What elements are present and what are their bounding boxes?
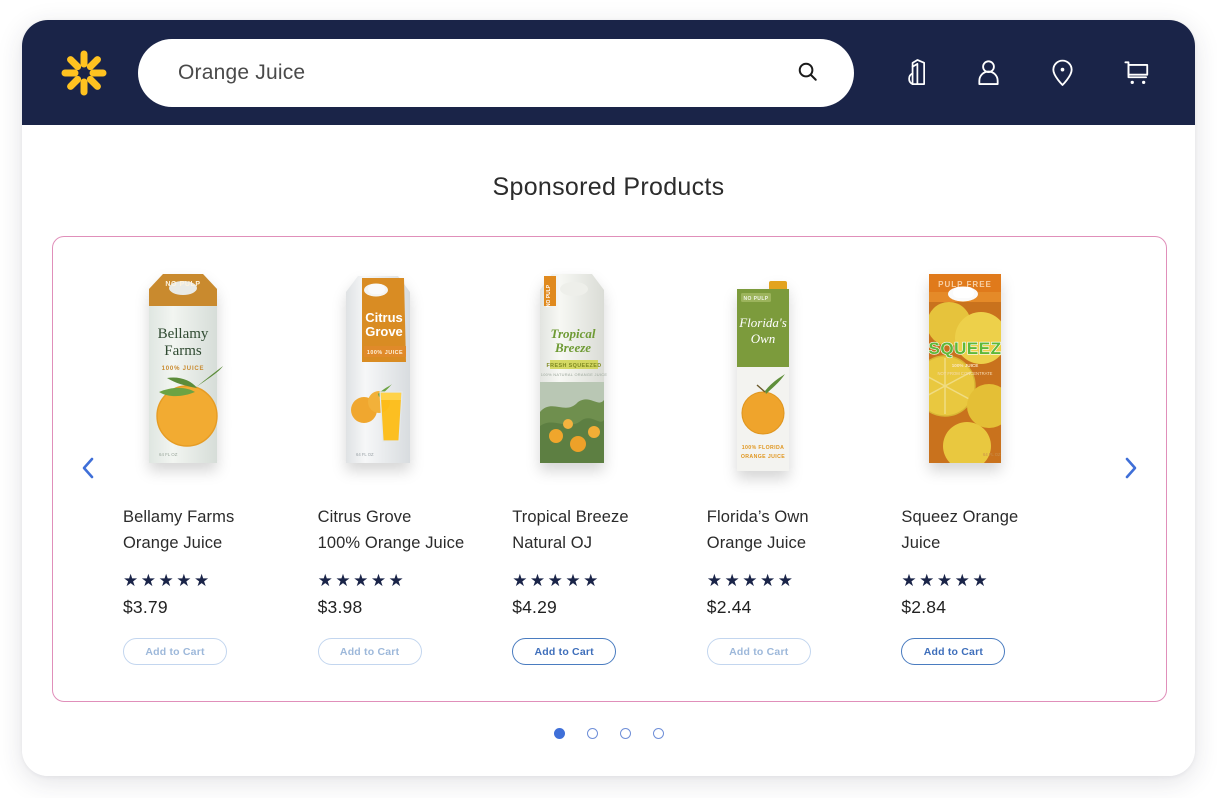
product-price: $4.29 (512, 597, 557, 617)
svg-text:100% JUICE: 100% JUICE (952, 363, 979, 368)
carousel-dot-3[interactable] (619, 728, 631, 739)
location-pin-icon[interactable] (1045, 56, 1079, 90)
svg-text:100% JUICE: 100% JUICE (162, 366, 205, 372)
juice-carton-squeez: PULP FREE SQUEEZ 100% JUICE NOT FROM CON… (915, 266, 1015, 478)
juice-carton-bellamy-farms: NO PULP Bellamy Farms 100% JUICE 64 FL O… (137, 266, 229, 478)
svg-text:64 FL OZ: 64 FL OZ (983, 452, 1001, 457)
svg-text:ORANGE JUICE: ORANGE JUICE (741, 454, 785, 460)
carousel-dot-1[interactable] (553, 728, 565, 739)
product-image: Citrus Grove 100% JUICE 64 FL OZ (318, 263, 493, 478)
search-submit-button[interactable] (790, 56, 824, 90)
svg-text:NO PULP: NO PULP (743, 296, 768, 302)
product-card[interactable]: PULP FREE SQUEEZ 100% JUICE NOT FROM CON… (901, 263, 1096, 665)
product-name-line2: 100% Orange Juice (317, 534, 465, 552)
product-list: NO PULP Bellamy Farms 100% JUICE 64 FL O… (123, 237, 1096, 701)
product-name: Florida’s Own Orange Juice (707, 504, 809, 556)
product-name-line2: Natural OJ (512, 534, 593, 552)
svg-text:100% NATURAL ORANGE JUICE: 100% NATURAL ORANGE JUICE (541, 372, 608, 377)
product-name: Squeez Orange Juice (901, 504, 1018, 556)
product-name-line2: Orange Juice (706, 534, 807, 552)
shopping-cart-icon[interactable] (1119, 56, 1153, 90)
browser-window: Sponsored Products (22, 20, 1195, 776)
product-name-line1: Squeez Orange (901, 508, 1019, 526)
rating-stars: ★★★★★ (706, 571, 796, 590)
carousel-pagination (22, 728, 1195, 739)
product-image: PULP FREE SQUEEZ 100% JUICE NOT FROM CON… (901, 263, 1076, 478)
svg-text:NO PULP: NO PULP (546, 284, 552, 307)
carousel-prev-button[interactable] (69, 450, 107, 488)
add-to-cart-button[interactable]: Add to Cart (706, 638, 811, 665)
product-name: Bellamy Farms Orange Juice (123, 504, 234, 556)
product-name: Citrus Grove 100% Orange Juice (318, 504, 465, 556)
svg-text:Breeze: Breeze (554, 340, 591, 355)
product-card[interactable]: NO PULP Florida's Own 100% FLORIDA ORANG… (706, 263, 902, 665)
chevron-left-icon (78, 455, 98, 484)
rating-stars: ★★★★★ (512, 571, 601, 590)
search-input[interactable] (178, 60, 790, 85)
page-title: Sponsored Products (492, 173, 725, 201)
product-price: $2.44 (706, 597, 752, 617)
rating-stars: ★★★★★ (317, 571, 407, 590)
product-name: Tropical Breeze Natural OJ (512, 504, 628, 556)
svg-text:Farms: Farms (164, 343, 202, 359)
product-name-line1: Citrus Grove (317, 508, 412, 526)
header-icon-group (897, 56, 1169, 90)
add-to-cart-button[interactable]: Add to Cart (317, 638, 422, 665)
search-icon (796, 60, 819, 86)
product-name-line1: Bellamy Farms (123, 508, 235, 526)
account-person-icon[interactable] (971, 56, 1005, 90)
add-to-cart-button[interactable]: Add to Cart (901, 638, 1006, 665)
carousel-dot-4[interactable] (652, 728, 664, 739)
search-bar[interactable] (138, 38, 854, 107)
juice-carton-floridas-own: NO PULP Florida's Own 100% FLORIDA ORANG… (721, 273, 803, 478)
reorder-carton-icon[interactable] (897, 56, 931, 90)
svg-text:FRESH SQUEEZED: FRESH SQUEEZED (547, 363, 602, 369)
product-name-line1: Florida’s Own (706, 508, 809, 526)
product-name-line1: Tropical Breeze (512, 508, 629, 526)
chevron-right-icon (1121, 455, 1141, 484)
product-price: $2.84 (901, 597, 947, 617)
product-image: NO PULP Florida's Own 100% FLORIDA ORANG… (707, 263, 882, 478)
rating-stars: ★★★★★ (123, 571, 212, 590)
svg-text:64 FL OZ: 64 FL OZ (356, 452, 374, 457)
add-to-cart-button[interactable]: Add to Cart (512, 638, 617, 665)
svg-text:Citrus: Citrus (365, 310, 403, 325)
product-price: $3.98 (317, 597, 363, 617)
product-name-line2: Juice (901, 534, 941, 552)
svg-text:Florida's: Florida's (738, 315, 787, 330)
product-image: NO PULP Tropical Breeze FRESH SQUEEZED 1… (512, 263, 687, 478)
svg-text:NO PULP: NO PULP (165, 281, 200, 288)
walmart-spark-logo[interactable] (56, 45, 112, 101)
juice-carton-tropical-breeze: NO PULP Tropical Breeze FRESH SQUEEZED 1… (526, 266, 618, 478)
svg-text:100% JUICE: 100% JUICE (367, 350, 403, 356)
carousel-dot-2[interactable] (586, 728, 598, 739)
svg-text:100% FLORIDA: 100% FLORIDA (742, 445, 785, 451)
juice-carton-citrus-grove: Citrus Grove 100% JUICE 64 FL OZ (332, 266, 424, 478)
svg-text:64 FL OZ: 64 FL OZ (159, 452, 178, 457)
svg-text:Bellamy: Bellamy (158, 326, 209, 342)
product-card[interactable]: NO PULP Tropical Breeze FRESH SQUEEZED 1… (512, 263, 707, 665)
product-card[interactable]: Citrus Grove 100% JUICE 64 FL OZ Citrus … (317, 263, 513, 665)
rating-stars: ★★★★★ (901, 571, 991, 590)
svg-text:Grove: Grove (365, 324, 403, 339)
product-card[interactable]: NO PULP Bellamy Farms 100% JUICE 64 FL O… (123, 263, 318, 665)
add-to-cart-button[interactable]: Add to Cart (123, 638, 227, 665)
svg-text:Tropical: Tropical (551, 326, 596, 341)
svg-text:NOT FROM CONCENTRATE: NOT FROM CONCENTRATE (938, 371, 993, 376)
site-header (22, 20, 1195, 125)
product-image: NO PULP Bellamy Farms 100% JUICE 64 FL O… (123, 263, 298, 478)
svg-text:SQUEEZ: SQUEEZ (929, 339, 1002, 358)
carousel-next-button[interactable] (1112, 450, 1150, 488)
product-price: $3.79 (123, 597, 168, 617)
product-name-line2: Orange Juice (123, 534, 223, 552)
page-content: Sponsored Products NO PULP Bellamy Farms… (22, 125, 1195, 776)
svg-text:Own: Own (751, 331, 776, 346)
sponsored-products-carousel: NO PULP Bellamy Farms 100% JUICE 64 FL O… (52, 236, 1167, 702)
